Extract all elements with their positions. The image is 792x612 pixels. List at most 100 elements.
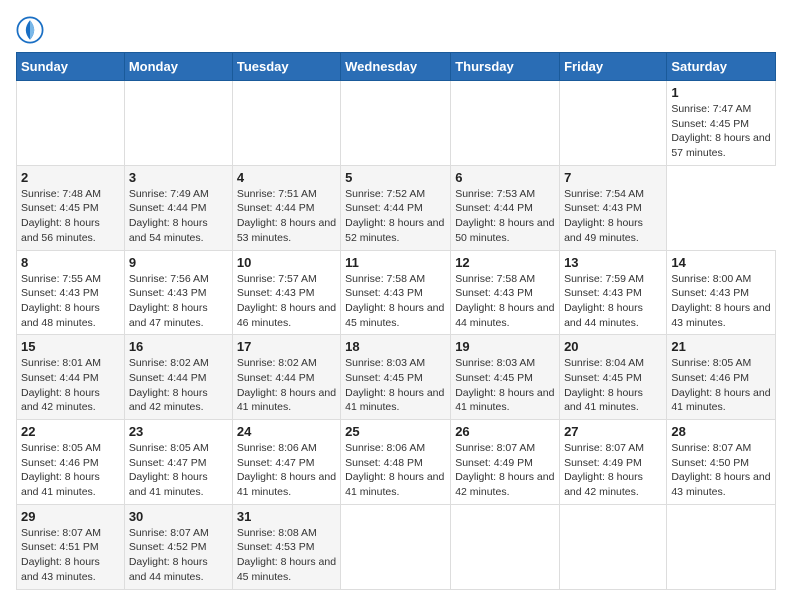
day-number: 9 <box>129 255 228 270</box>
calendar-cell <box>560 504 667 589</box>
calendar-cell: 4 Sunrise: 7:51 AMSunset: 4:44 PMDayligh… <box>232 165 340 250</box>
day-number: 26 <box>455 424 555 439</box>
calendar-cell: 28 Sunrise: 8:07 AMSunset: 4:50 PMDaylig… <box>667 420 776 505</box>
page-header <box>16 16 776 44</box>
calendar-cell: 27 Sunrise: 8:07 AMSunset: 4:49 PMDaylig… <box>560 420 667 505</box>
day-number: 8 <box>21 255 120 270</box>
calendar-cell: 25 Sunrise: 8:06 AMSunset: 4:48 PMDaylig… <box>341 420 451 505</box>
calendar-header-saturday: Saturday <box>667 53 776 81</box>
day-number: 12 <box>455 255 555 270</box>
calendar-cell: 19 Sunrise: 8:03 AMSunset: 4:45 PMDaylig… <box>451 335 560 420</box>
day-number: 19 <box>455 339 555 354</box>
day-number: 17 <box>237 339 336 354</box>
calendar-cell: 7 Sunrise: 7:54 AMSunset: 4:43 PMDayligh… <box>560 165 667 250</box>
calendar-header-row: SundayMondayTuesdayWednesdayThursdayFrid… <box>17 53 776 81</box>
calendar-week-row: 22 Sunrise: 8:05 AMSunset: 4:46 PMDaylig… <box>17 420 776 505</box>
calendar-week-row: 2 Sunrise: 7:48 AMSunset: 4:45 PMDayligh… <box>17 165 776 250</box>
calendar-cell: 16 Sunrise: 8:02 AMSunset: 4:44 PMDaylig… <box>124 335 232 420</box>
calendar-cell <box>451 81 560 166</box>
day-info: Sunrise: 7:52 AMSunset: 4:44 PMDaylight:… <box>345 187 446 246</box>
calendar-cell: 10 Sunrise: 7:57 AMSunset: 4:43 PMDaylig… <box>232 250 340 335</box>
day-number: 1 <box>671 85 771 100</box>
day-info: Sunrise: 7:49 AMSunset: 4:44 PMDaylight:… <box>129 187 228 246</box>
day-info: Sunrise: 8:06 AMSunset: 4:48 PMDaylight:… <box>345 441 446 500</box>
logo-icon <box>16 16 44 44</box>
day-info: Sunrise: 8:07 AMSunset: 4:50 PMDaylight:… <box>671 441 771 500</box>
calendar-header-wednesday: Wednesday <box>341 53 451 81</box>
calendar-cell: 5 Sunrise: 7:52 AMSunset: 4:44 PMDayligh… <box>341 165 451 250</box>
day-info: Sunrise: 7:57 AMSunset: 4:43 PMDaylight:… <box>237 272 336 331</box>
calendar-header-thursday: Thursday <box>451 53 560 81</box>
day-info: Sunrise: 8:02 AMSunset: 4:44 PMDaylight:… <box>129 356 228 415</box>
calendar-cell: 14 Sunrise: 8:00 AMSunset: 4:43 PMDaylig… <box>667 250 776 335</box>
day-info: Sunrise: 8:07 AMSunset: 4:49 PMDaylight:… <box>564 441 662 500</box>
day-number: 30 <box>129 509 228 524</box>
day-info: Sunrise: 8:06 AMSunset: 4:47 PMDaylight:… <box>237 441 336 500</box>
day-number: 7 <box>564 170 662 185</box>
logo <box>16 16 48 44</box>
day-number: 20 <box>564 339 662 354</box>
day-number: 23 <box>129 424 228 439</box>
day-number: 15 <box>21 339 120 354</box>
calendar-cell: 3 Sunrise: 7:49 AMSunset: 4:44 PMDayligh… <box>124 165 232 250</box>
calendar-cell <box>341 81 451 166</box>
day-info: Sunrise: 7:48 AMSunset: 4:45 PMDaylight:… <box>21 187 120 246</box>
day-info: Sunrise: 8:07 AMSunset: 4:51 PMDaylight:… <box>21 526 120 585</box>
calendar-cell: 2 Sunrise: 7:48 AMSunset: 4:45 PMDayligh… <box>17 165 125 250</box>
day-info: Sunrise: 8:01 AMSunset: 4:44 PMDaylight:… <box>21 356 120 415</box>
day-info: Sunrise: 8:03 AMSunset: 4:45 PMDaylight:… <box>455 356 555 415</box>
day-number: 29 <box>21 509 120 524</box>
day-info: Sunrise: 7:47 AMSunset: 4:45 PMDaylight:… <box>671 102 771 161</box>
day-number: 6 <box>455 170 555 185</box>
day-info: Sunrise: 7:54 AMSunset: 4:43 PMDaylight:… <box>564 187 662 246</box>
calendar-cell: 9 Sunrise: 7:56 AMSunset: 4:43 PMDayligh… <box>124 250 232 335</box>
calendar-header-friday: Friday <box>560 53 667 81</box>
calendar-cell: 31 Sunrise: 8:08 AMSunset: 4:53 PMDaylig… <box>232 504 340 589</box>
day-info: Sunrise: 7:55 AMSunset: 4:43 PMDaylight:… <box>21 272 120 331</box>
day-info: Sunrise: 8:02 AMSunset: 4:44 PMDaylight:… <box>237 356 336 415</box>
calendar-cell: 20 Sunrise: 8:04 AMSunset: 4:45 PMDaylig… <box>560 335 667 420</box>
calendar-cell: 12 Sunrise: 7:58 AMSunset: 4:43 PMDaylig… <box>451 250 560 335</box>
day-number: 13 <box>564 255 662 270</box>
calendar-cell: 18 Sunrise: 8:03 AMSunset: 4:45 PMDaylig… <box>341 335 451 420</box>
calendar-cell: 15 Sunrise: 8:01 AMSunset: 4:44 PMDaylig… <box>17 335 125 420</box>
calendar-header-monday: Monday <box>124 53 232 81</box>
calendar-cell <box>667 504 776 589</box>
day-info: Sunrise: 8:05 AMSunset: 4:46 PMDaylight:… <box>21 441 120 500</box>
calendar-table: SundayMondayTuesdayWednesdayThursdayFrid… <box>16 52 776 590</box>
day-number: 3 <box>129 170 228 185</box>
calendar-cell: 26 Sunrise: 8:07 AMSunset: 4:49 PMDaylig… <box>451 420 560 505</box>
day-number: 4 <box>237 170 336 185</box>
calendar-cell: 1 Sunrise: 7:47 AMSunset: 4:45 PMDayligh… <box>667 81 776 166</box>
day-info: Sunrise: 7:56 AMSunset: 4:43 PMDaylight:… <box>129 272 228 331</box>
calendar-header-sunday: Sunday <box>17 53 125 81</box>
calendar-cell: 23 Sunrise: 8:05 AMSunset: 4:47 PMDaylig… <box>124 420 232 505</box>
calendar-cell <box>560 81 667 166</box>
day-number: 11 <box>345 255 446 270</box>
day-info: Sunrise: 8:08 AMSunset: 4:53 PMDaylight:… <box>237 526 336 585</box>
calendar-cell: 24 Sunrise: 8:06 AMSunset: 4:47 PMDaylig… <box>232 420 340 505</box>
day-number: 27 <box>564 424 662 439</box>
calendar-week-row: 15 Sunrise: 8:01 AMSunset: 4:44 PMDaylig… <box>17 335 776 420</box>
day-info: Sunrise: 8:04 AMSunset: 4:45 PMDaylight:… <box>564 356 662 415</box>
calendar-cell: 17 Sunrise: 8:02 AMSunset: 4:44 PMDaylig… <box>232 335 340 420</box>
day-number: 16 <box>129 339 228 354</box>
day-number: 2 <box>21 170 120 185</box>
calendar-week-row: 29 Sunrise: 8:07 AMSunset: 4:51 PMDaylig… <box>17 504 776 589</box>
day-info: Sunrise: 8:00 AMSunset: 4:43 PMDaylight:… <box>671 272 771 331</box>
day-number: 28 <box>671 424 771 439</box>
day-info: Sunrise: 7:58 AMSunset: 4:43 PMDaylight:… <box>455 272 555 331</box>
day-info: Sunrise: 7:51 AMSunset: 4:44 PMDaylight:… <box>237 187 336 246</box>
calendar-cell <box>17 81 125 166</box>
day-number: 14 <box>671 255 771 270</box>
calendar-cell: 30 Sunrise: 8:07 AMSunset: 4:52 PMDaylig… <box>124 504 232 589</box>
calendar-cell: 21 Sunrise: 8:05 AMSunset: 4:46 PMDaylig… <box>667 335 776 420</box>
calendar-week-row: 1 Sunrise: 7:47 AMSunset: 4:45 PMDayligh… <box>17 81 776 166</box>
day-info: Sunrise: 8:07 AMSunset: 4:49 PMDaylight:… <box>455 441 555 500</box>
calendar-cell: 22 Sunrise: 8:05 AMSunset: 4:46 PMDaylig… <box>17 420 125 505</box>
calendar-cell: 13 Sunrise: 7:59 AMSunset: 4:43 PMDaylig… <box>560 250 667 335</box>
day-number: 21 <box>671 339 771 354</box>
day-number: 31 <box>237 509 336 524</box>
day-info: Sunrise: 7:59 AMSunset: 4:43 PMDaylight:… <box>564 272 662 331</box>
day-info: Sunrise: 8:05 AMSunset: 4:47 PMDaylight:… <box>129 441 228 500</box>
